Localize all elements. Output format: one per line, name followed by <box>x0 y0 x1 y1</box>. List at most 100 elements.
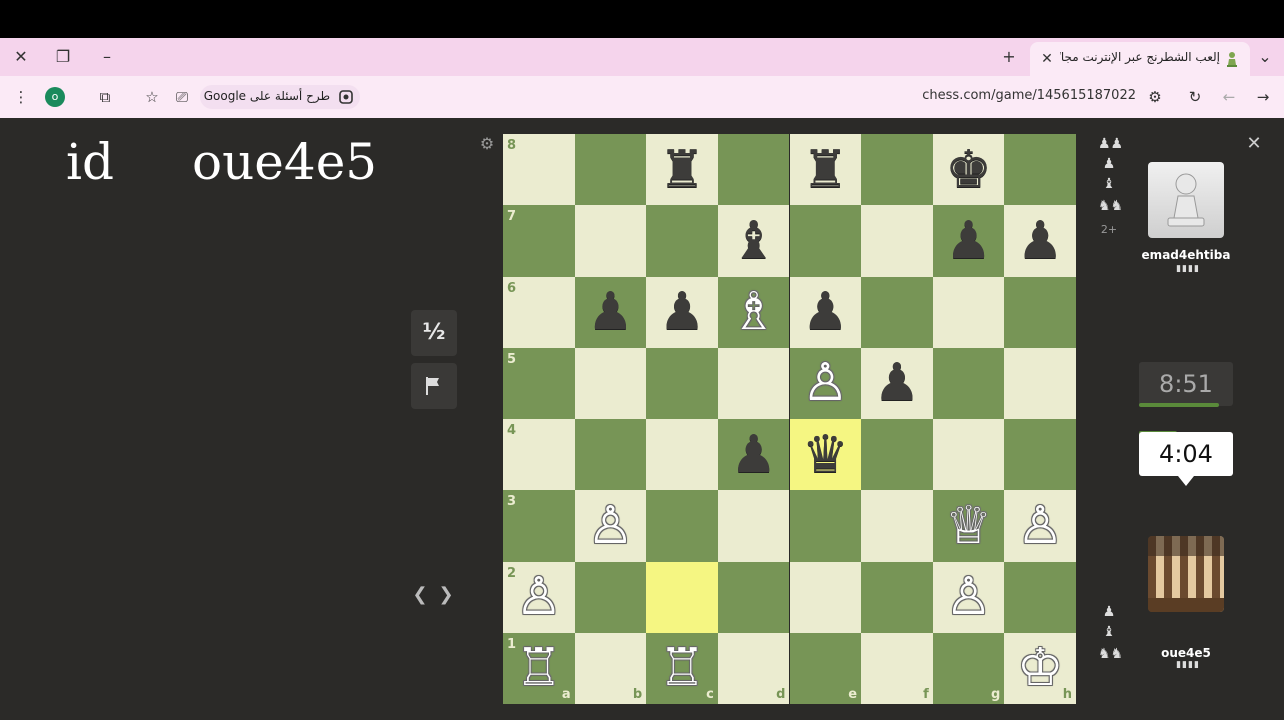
browser-tab[interactable]: ✕ إلعب الشطرنج عبر الإنترنت مجانًا - <box>1030 42 1250 76</box>
square-a8[interactable]: 8 <box>503 134 575 206</box>
menu-kebab-icon[interactable]: ⋮ <box>8 84 34 110</box>
white-pawn-piece[interactable]: ♙ <box>503 562 575 633</box>
black-bishop-piece[interactable]: ♝ <box>718 205 790 276</box>
white-pawn-piece[interactable]: ♙ <box>575 490 647 561</box>
square-c5[interactable] <box>646 347 718 419</box>
square-h8[interactable] <box>1004 134 1076 206</box>
address-bar-url[interactable]: chess.com/game/145615187022 <box>900 88 1136 106</box>
rank-label: 4 <box>507 423 517 438</box>
my-name[interactable]: oue4e5 <box>1130 646 1242 660</box>
square-f4[interactable] <box>861 419 933 491</box>
file-label: g <box>991 687 1001 702</box>
square-b2[interactable] <box>574 561 647 633</box>
window-close-button[interactable]: ✕ <box>8 44 34 70</box>
white-rook-piece[interactable]: ♖ <box>646 633 718 704</box>
square-c2[interactable] <box>646 561 718 633</box>
google-lens-search-chip[interactable]: طرح أسئلة على Google <box>200 85 360 109</box>
square-h4[interactable] <box>1004 419 1076 491</box>
square-e3[interactable] <box>789 490 862 562</box>
white-pawn-piece[interactable]: ♙ <box>1004 490 1076 561</box>
tab-title: إلعب الشطرنج عبر الإنترنت مجانًا - <box>1060 50 1220 64</box>
square-g4[interactable] <box>932 419 1005 491</box>
resign-button[interactable] <box>411 363 457 409</box>
square-b4[interactable] <box>574 419 647 491</box>
square-c7[interactable] <box>646 205 718 277</box>
board-settings-gear-icon[interactable]: ⚙ <box>478 135 496 153</box>
black-pawn-piece[interactable]: ♟ <box>718 419 790 490</box>
tab-close-icon[interactable]: ✕ <box>1036 48 1058 70</box>
black-pawn-piece[interactable]: ♟ <box>861 348 933 419</box>
window-restore-button[interactable]: ❐ <box>50 44 76 70</box>
square-b8[interactable] <box>574 134 647 206</box>
black-pawn-piece[interactable]: ♟ <box>933 205 1005 276</box>
square-b7[interactable] <box>574 205 647 277</box>
square-g6[interactable] <box>932 276 1005 348</box>
square-e7[interactable] <box>789 205 862 277</box>
bookmark-star-icon[interactable]: ☆ <box>139 84 165 110</box>
my-clock: 4:04 <box>1139 432 1233 476</box>
square-e2[interactable] <box>789 561 862 633</box>
square-c3[interactable] <box>646 490 718 562</box>
back-arrow-icon[interactable]: → <box>1250 84 1276 110</box>
square-f6[interactable] <box>861 276 933 348</box>
forward-arrow-icon[interactable]: ← <box>1216 84 1242 110</box>
square-g5[interactable] <box>932 347 1005 419</box>
move-forward-arrow-icon[interactable]: ❯ <box>438 584 454 605</box>
square-h5[interactable] <box>1004 347 1076 419</box>
opponent-avatar[interactable] <box>1148 162 1224 238</box>
white-rook-piece[interactable]: ♖ <box>503 633 575 704</box>
site-settings-icon[interactable]: ⚙ <box>1142 84 1168 110</box>
square-d5[interactable] <box>717 347 790 419</box>
white-king-piece[interactable]: ♔ <box>1004 633 1076 704</box>
clock-pointer <box>1178 476 1194 486</box>
my-captured-bishop-icon: ♝ <box>1102 624 1116 640</box>
square-f1[interactable]: f <box>861 632 933 704</box>
square-a6[interactable]: 6 <box>503 276 575 348</box>
black-pawn-piece[interactable]: ♟ <box>646 277 718 348</box>
black-rook-piece[interactable]: ♜ <box>646 134 718 205</box>
offer-draw-button[interactable]: ½ <box>411 310 457 356</box>
square-d3[interactable] <box>717 490 790 562</box>
square-a3[interactable]: 3 <box>503 490 575 562</box>
chess-board[interactable]: 8 7 6 5 4 3 2 1 a b c d e f g h ♜ ♜ ♚ ♝ ♟ ♟ ♟ ♟ ♗ ♟ ♙ ♟ ♟ ♛ ♙ ♕ ♙ ♙ ♙ ♖ ♖ ♔ <box>503 134 1076 704</box>
move-back-arrow-icon[interactable]: ❮ <box>412 584 428 605</box>
square-f7[interactable] <box>861 205 933 277</box>
black-king-piece[interactable]: ♚ <box>933 134 1005 205</box>
cast-icon[interactable]: ⎚ <box>169 84 195 110</box>
square-g1[interactable]: g <box>932 632 1005 704</box>
square-c4[interactable] <box>646 419 718 491</box>
profile-avatar[interactable]: o <box>45 87 65 107</box>
square-a5[interactable]: 5 <box>503 347 575 419</box>
square-f3[interactable] <box>861 490 933 562</box>
black-pawn-piece[interactable]: ♟ <box>1004 205 1076 276</box>
square-e1[interactable]: e <box>789 632 862 704</box>
black-pawn-piece[interactable]: ♟ <box>575 277 647 348</box>
black-pawn-piece[interactable]: ♟ <box>790 277 862 348</box>
square-h6[interactable] <box>1004 276 1076 348</box>
close-panel-icon[interactable]: ✕ <box>1244 134 1264 154</box>
square-a7[interactable]: 7 <box>503 205 575 277</box>
white-pawn-piece[interactable]: ♙ <box>933 562 1005 633</box>
reload-icon[interactable]: ↻ <box>1182 84 1208 110</box>
square-f2[interactable] <box>861 561 933 633</box>
white-bishop-piece[interactable]: ♗ <box>718 277 790 348</box>
white-queen-piece[interactable]: ♕ <box>933 490 1005 561</box>
tab-search-chevron-icon[interactable]: ⌄ <box>1252 44 1278 70</box>
black-queen-piece[interactable]: ♛ <box>790 419 862 490</box>
square-a4[interactable]: 4 <box>503 419 575 491</box>
square-d1[interactable]: d <box>717 632 790 704</box>
white-pawn-piece[interactable]: ♙ <box>790 348 862 419</box>
square-b5[interactable] <box>574 347 647 419</box>
opponent-name[interactable]: emad4ehtiba <box>1130 248 1242 262</box>
extensions-icon[interactable]: ⧉ <box>92 84 118 110</box>
window-minimize-button[interactable]: – <box>94 44 120 70</box>
square-b1[interactable]: b <box>574 632 647 704</box>
square-h2[interactable] <box>1004 561 1076 633</box>
black-rook-piece[interactable]: ♜ <box>790 134 862 205</box>
square-f8[interactable] <box>861 134 933 206</box>
square-d8[interactable] <box>717 134 790 206</box>
material-advantage: 2+ <box>1100 223 1118 236</box>
new-tab-button[interactable]: + <box>996 44 1022 70</box>
my-avatar[interactable] <box>1148 536 1224 612</box>
square-d2[interactable] <box>717 561 790 633</box>
